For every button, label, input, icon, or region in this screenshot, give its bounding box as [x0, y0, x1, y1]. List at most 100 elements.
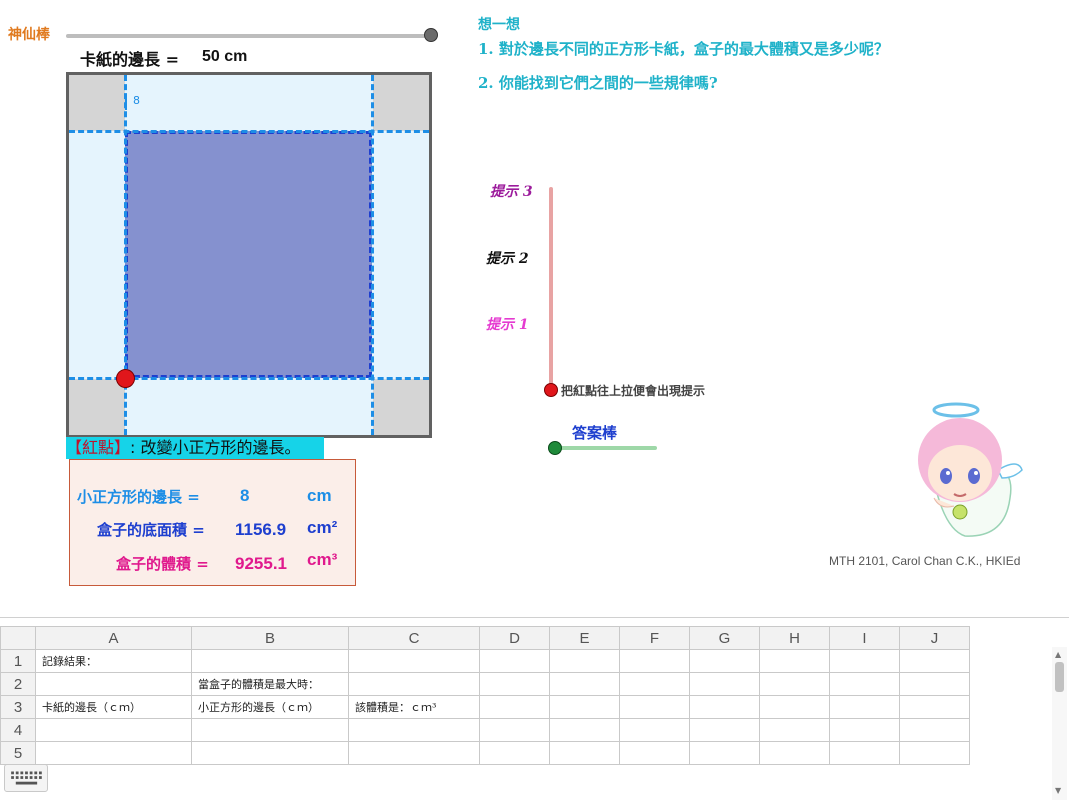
wand-slider-track[interactable] — [66, 34, 432, 38]
cell-d5[interactable] — [479, 741, 550, 765]
cell-f1[interactable] — [619, 649, 690, 673]
cell-c2[interactable] — [348, 672, 480, 696]
row-header-2[interactable]: 2 — [0, 672, 36, 696]
column-header-a[interactable]: A — [35, 626, 192, 650]
cell-d4[interactable] — [479, 718, 550, 742]
keyboard-icon[interactable] — [4, 764, 48, 792]
red-dot-caption: 【紅點】: 改變小正方形的邊長。 — [66, 437, 324, 459]
cell-a4[interactable] — [35, 718, 192, 742]
cell-a3[interactable]: 卡紙的邊長（ｃｍ） — [35, 695, 192, 719]
column-header-f[interactable]: F — [619, 626, 690, 650]
column-header-d[interactable]: D — [479, 626, 550, 650]
cell-j4[interactable] — [899, 718, 970, 742]
cell-a1[interactable]: 記錄結果： — [35, 649, 192, 673]
cell-f2[interactable] — [619, 672, 690, 696]
cell-h2[interactable] — [759, 672, 830, 696]
table-row: 2 當盒子的體積是最大時： — [0, 672, 970, 696]
cell-i1[interactable] — [829, 649, 900, 673]
spreadsheet-grid[interactable]: A B C D E F G H I J 1 記錄結果： 2 當盒子的體積是最大時： 3 卡… — [0, 626, 970, 765]
cell-e4[interactable] — [549, 718, 620, 742]
cell-f5[interactable] — [619, 741, 690, 765]
cell-b5[interactable] — [191, 741, 349, 765]
cell-e2[interactable] — [549, 672, 620, 696]
corner-cutout-top-left — [69, 75, 125, 131]
card-side-value: 50 cm — [202, 48, 248, 65]
cell-g1[interactable] — [689, 649, 760, 673]
cell-b3[interactable]: 小正方形的邊長（ｃｍ） — [191, 695, 349, 719]
cell-g5[interactable] — [689, 741, 760, 765]
row-header-5[interactable]: 5 — [0, 741, 36, 765]
column-header-b[interactable]: B — [191, 626, 349, 650]
hint-slider-knob[interactable] — [544, 383, 558, 397]
cell-e1[interactable] — [549, 649, 620, 673]
cell-d3[interactable] — [479, 695, 550, 719]
cell-f4[interactable] — [619, 718, 690, 742]
cell-h5[interactable] — [759, 741, 830, 765]
cell-d1[interactable] — [479, 649, 550, 673]
cell-b1[interactable] — [191, 649, 349, 673]
cell-h1[interactable] — [759, 649, 830, 673]
cell-a5[interactable] — [35, 741, 192, 765]
base-area-unit: cm² — [307, 518, 338, 537]
row-header-1[interactable]: 1 — [0, 649, 36, 673]
hint-slider-track[interactable] — [549, 187, 553, 390]
cell-g4[interactable] — [689, 718, 760, 742]
cell-c1[interactable] — [348, 649, 480, 673]
cell-i5[interactable] — [829, 741, 900, 765]
cell-b4[interactable] — [191, 718, 349, 742]
cell-e3[interactable] — [549, 695, 620, 719]
hint-slider-caption: 把紅點往上拉便會出現提示 — [561, 384, 706, 398]
cell-d2[interactable] — [479, 672, 550, 696]
wand-slider-knob[interactable] — [424, 28, 438, 42]
scroll-up-icon[interactable]: ▲ — [1055, 650, 1061, 659]
cell-f3[interactable] — [619, 695, 690, 719]
think-title: 想一想 — [478, 17, 520, 33]
cell-j5[interactable] — [899, 741, 970, 765]
credit-text: MTH 2101, Carol Chan C.K., HKIEd — [829, 554, 1021, 568]
corner-cutout-bottom-left — [69, 379, 125, 435]
scroll-down-icon[interactable]: ▼ — [1055, 786, 1061, 795]
column-header-c[interactable]: C — [348, 626, 480, 650]
spreadsheet-view[interactable]: A B C D E F G H I J 1 記錄結果： 2 當盒子的體積是最大時： 3 卡… — [0, 617, 1069, 801]
corner-cutout-bottom-right — [373, 379, 429, 435]
cell-a2[interactable] — [35, 672, 192, 696]
corner-header[interactable] — [0, 626, 36, 650]
spreadsheet-scroll-thumb[interactable] — [1055, 662, 1064, 692]
table-row: 1 記錄結果： — [0, 649, 970, 673]
small-side-marker-label: 8 — [133, 94, 140, 107]
angel-mascot-image — [918, 402, 1023, 537]
cell-c5[interactable] — [348, 741, 480, 765]
column-header-row: A B C D E F G H I J — [0, 626, 970, 650]
table-row: 5 — [0, 741, 970, 765]
cell-i3[interactable] — [829, 695, 900, 719]
cell-c3[interactable]: 該體積是：ｃｍ³ — [348, 695, 480, 719]
cell-b2[interactable]: 當盒子的體積是最大時： — [191, 672, 349, 696]
column-header-e[interactable]: E — [549, 626, 620, 650]
cell-h3[interactable] — [759, 695, 830, 719]
column-header-i[interactable]: I — [829, 626, 900, 650]
cell-h4[interactable] — [759, 718, 830, 742]
small-side-unit: cm — [307, 486, 332, 505]
column-header-g[interactable]: G — [689, 626, 760, 650]
fold-line-top — [69, 130, 429, 133]
answer-slider-track[interactable] — [556, 446, 657, 450]
row-header-3[interactable]: 3 — [0, 695, 36, 719]
red-dot-handle[interactable] — [116, 369, 135, 388]
cell-i4[interactable] — [829, 718, 900, 742]
small-side-marker-line — [125, 96, 127, 110]
answer-slider-knob[interactable] — [548, 441, 562, 455]
cell-g3[interactable] — [689, 695, 760, 719]
cell-i2[interactable] — [829, 672, 900, 696]
cell-e5[interactable] — [549, 741, 620, 765]
column-header-j[interactable]: J — [899, 626, 970, 650]
base-area-value: 1156.9 — [235, 520, 287, 539]
hint-2-label: 提示 2 — [486, 251, 529, 267]
cell-j1[interactable] — [899, 649, 970, 673]
column-header-h[interactable]: H — [759, 626, 830, 650]
volume-value: 9255.1 — [235, 554, 287, 573]
cell-g2[interactable] — [689, 672, 760, 696]
cell-c4[interactable] — [348, 718, 480, 742]
cell-j2[interactable] — [899, 672, 970, 696]
row-header-4[interactable]: 4 — [0, 718, 36, 742]
cell-j3[interactable] — [899, 695, 970, 719]
